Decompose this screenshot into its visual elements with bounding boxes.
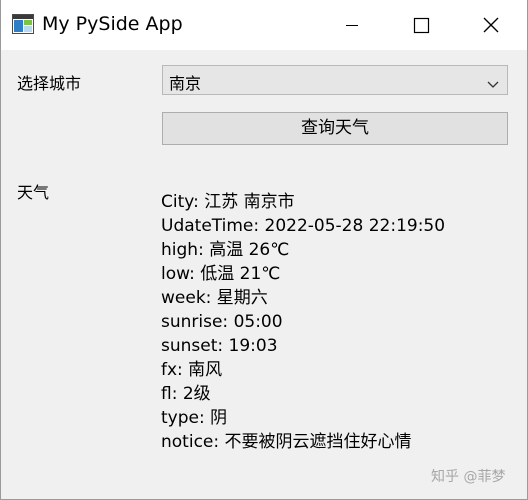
query-weather-button[interactable]: 查询天气 [162,112,508,145]
weather-city: City: 江苏 南京市 [161,192,295,212]
watermark: 知乎 @菲梦 [431,469,506,485]
minimize-button[interactable] [317,0,387,50]
weather-notice: notice: 不要被阴云遮挡住好心情 [161,432,412,452]
window-title: My PySide App [42,13,183,35]
close-button[interactable] [456,0,526,50]
weather-wind-direction: fx: 南风 [161,360,223,380]
maximize-icon [413,17,430,34]
chevron-down-icon [487,75,499,88]
weather-update-time: UdateTime: 2022-05-28 22:19:50 [161,216,446,236]
weather-info: City: 江苏 南京市 UdateTime: 2022-05-28 22:19… [161,190,445,454]
city-label: 选择城市 [17,74,82,93]
app-window-icon [12,14,34,34]
weather-sunrise: sunrise: 05:00 [161,312,283,332]
weather-low: low: 低温 21℃ [161,264,281,284]
city-select-value: 南京 [169,74,202,93]
weather-label: 天气 [17,183,50,202]
weather-wind-level: fl: 2级 [161,384,211,404]
weather-sunset: sunset: 19:03 [161,336,278,356]
app-window: My PySide App 选择城市 南京 查询天气 天气 City: 江苏 南… [0,0,528,500]
weather-high: high: 高温 26℃ [161,240,290,260]
minimize-icon [346,25,358,26]
close-icon [483,17,499,33]
city-select[interactable]: 南京 [162,65,508,95]
weather-week: week: 星期六 [161,288,268,308]
title-bar[interactable]: My PySide App [1,0,527,50]
maximize-button[interactable] [386,0,456,50]
weather-type: type: 阴 [161,408,228,428]
